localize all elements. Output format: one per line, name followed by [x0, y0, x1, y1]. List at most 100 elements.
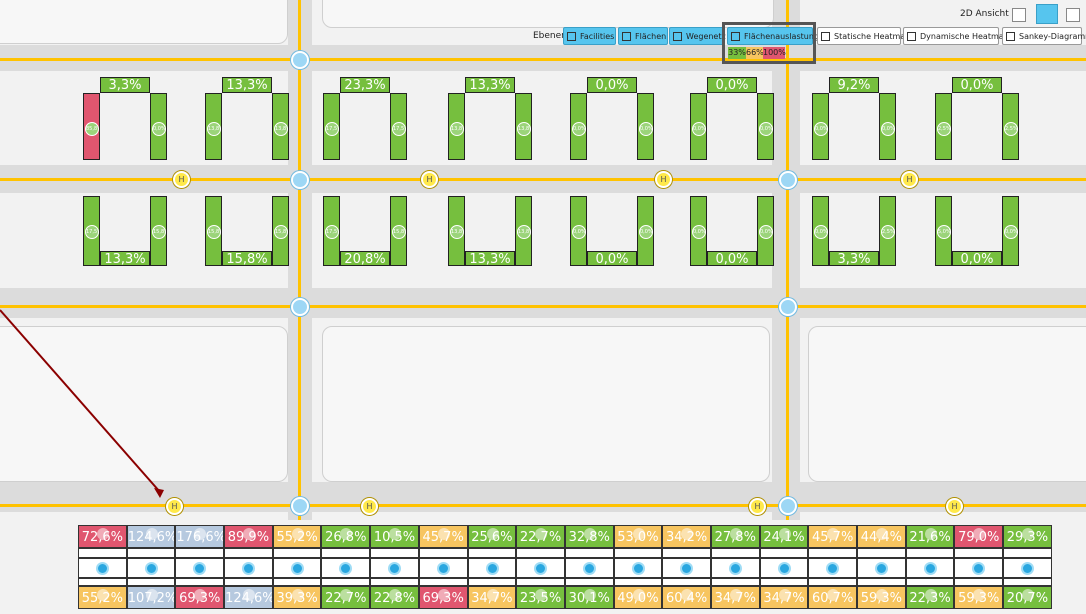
utilization-cell[interactable]: 55,2% — [272, 525, 322, 548]
utilization-cell[interactable]: 59,3% — [857, 586, 906, 609]
area-top-3[interactable]: 23,3% 17,5% 17,5% — [323, 77, 407, 161]
station-cell[interactable] — [662, 558, 711, 578]
path-node[interactable] — [779, 298, 797, 316]
station-cell[interactable] — [857, 558, 906, 578]
utilization-cell[interactable]: 55,2% — [78, 586, 127, 609]
area-top-4[interactable]: 13,3% 13,8% 13,8% — [448, 77, 532, 161]
utilization-cell[interactable]: 45,7% — [808, 525, 857, 548]
utilization-cell[interactable]: 176,6% — [175, 525, 225, 548]
utilization-cell[interactable]: 32,8% — [564, 525, 614, 548]
utilization-cell[interactable]: 10,5% — [370, 525, 419, 548]
utilization-cell[interactable]: 44,4% — [857, 525, 906, 548]
hub-node[interactable]: H — [901, 171, 918, 188]
toolbar-button-fl-chen[interactable]: Flächen — [618, 27, 668, 45]
utilization-cell[interactable]: 39,3% — [272, 586, 322, 609]
toolbar-button-facilities[interactable]: Facilities — [563, 27, 616, 45]
toolbar-button-dynamische-heatmap[interactable]: Dynamische Heatmap — [903, 27, 1009, 45]
split-view-icon[interactable] — [1036, 4, 1058, 24]
utilization-cell[interactable]: 69,3% — [175, 586, 225, 609]
station-cell[interactable] — [1003, 558, 1052, 578]
area-bottom-7[interactable]: 3,3% 0,0% 2,5% — [812, 196, 896, 280]
station-cell[interactable] — [78, 558, 127, 578]
station-cell[interactable] — [905, 558, 955, 578]
station-cell[interactable] — [175, 558, 225, 578]
path-node[interactable] — [291, 51, 309, 69]
area-top-7[interactable]: 9,2% 0,0% 0,0% — [812, 77, 896, 161]
station-cell[interactable] — [126, 558, 176, 578]
utilization-cell[interactable]: 124,6% — [224, 586, 273, 609]
hub-node[interactable]: H — [655, 171, 672, 188]
area-bottom-5[interactable]: 0,0% 0,0% 0,0% — [570, 196, 654, 280]
utilization-cell[interactable]: 45,7% — [418, 525, 468, 548]
toolbar-button-sankey-diagramm[interactable]: Sankey-Diagramm — [1002, 27, 1086, 45]
toolbar-button-wegenetz[interactable]: Wegenetz — [669, 27, 726, 45]
utilization-cell[interactable]: 34,7% — [467, 586, 517, 609]
utilization-cell[interactable]: 49,0% — [613, 586, 663, 609]
area-top-6[interactable]: 0,0% 0,0% 0,0% — [690, 77, 774, 161]
utilization-cell[interactable]: 34,7% — [759, 586, 809, 609]
station-cell[interactable] — [516, 558, 565, 578]
toolbar-button-statische-heatmap[interactable]: Statische Heatmap — [817, 27, 910, 45]
utilization-cell[interactable]: 69,3% — [418, 586, 468, 609]
utilization-cell[interactable]: 53,0% — [613, 525, 663, 548]
fullscreen-icon[interactable] — [1066, 8, 1080, 22]
utilization-cell[interactable]: 107,2% — [126, 586, 176, 609]
station-cell[interactable] — [321, 558, 371, 578]
area-bottom-1[interactable]: 13,3% 17,5% 15,8% — [83, 196, 167, 280]
utilization-cell[interactable]: 30,1% — [564, 586, 614, 609]
area-bottom-4[interactable]: 13,3% 13,8% 13,8% — [448, 196, 532, 280]
station-cell[interactable] — [418, 558, 468, 578]
area-bottom-3[interactable]: 20,8% 17,5% 15,8% — [323, 196, 407, 280]
utilization-value: 32,8% — [568, 530, 610, 545]
utilization-cell[interactable]: 27,8% — [710, 525, 760, 548]
station-cell[interactable] — [808, 558, 857, 578]
hub-node[interactable]: H — [421, 171, 438, 188]
area-top-5[interactable]: 0,0% 0,0% 0,0% — [570, 77, 654, 161]
station-cell[interactable] — [564, 558, 614, 578]
area-bottom-2[interactable]: 15,8% 15,8% 15,8% — [205, 196, 289, 280]
station-cell[interactable] — [759, 558, 809, 578]
station-cell[interactable] — [613, 558, 663, 578]
utilization-cell[interactable]: 59,3% — [954, 586, 1004, 609]
station-cell[interactable] — [710, 558, 760, 578]
path-node[interactable] — [291, 298, 309, 316]
station-cell[interactable] — [370, 558, 419, 578]
hub-node[interactable]: H — [173, 171, 190, 188]
utilization-cell[interactable]: 23,5% — [516, 586, 565, 609]
station-cell[interactable] — [467, 558, 517, 578]
utilization-cell[interactable]: 72,6% — [78, 525, 127, 548]
station-cell[interactable] — [224, 558, 273, 578]
utilization-cell[interactable]: 22,3% — [905, 586, 955, 609]
utilization-cell[interactable]: 21,6% — [905, 525, 955, 548]
utilization-cell[interactable]: 29,3% — [1003, 525, 1052, 548]
path-node[interactable] — [291, 171, 309, 189]
utilization-cell[interactable]: 22,7% — [321, 586, 371, 609]
station-cell[interactable] — [272, 558, 322, 578]
area-bottom-6[interactable]: 0,0% 0,0% 0,0% — [690, 196, 774, 280]
path-node[interactable] — [291, 497, 309, 515]
utilization-cell[interactable]: 60,7% — [808, 586, 857, 609]
utilization-cell[interactable]: 25,6% — [467, 525, 517, 548]
utilization-cell[interactable]: 22,7% — [516, 525, 565, 548]
area-top-1[interactable]: 3,3% 85,8% 0,0% — [83, 77, 167, 161]
utilization-cell[interactable]: 60,4% — [662, 586, 711, 609]
station-cell[interactable] — [954, 558, 1004, 578]
utilization-cell[interactable]: 22,8% — [370, 586, 419, 609]
utilization-cell[interactable]: 124,6% — [126, 525, 176, 548]
path-node[interactable] — [779, 497, 797, 515]
utilization-cell[interactable]: 79,0% — [954, 525, 1004, 548]
utilization-cell[interactable]: 34,7% — [710, 586, 760, 609]
area-top-8[interactable]: 0,0% 2,5% 2,5% — [935, 77, 1019, 161]
hub-node[interactable]: H — [361, 498, 378, 515]
utilization-cell[interactable]: 24,1% — [759, 525, 809, 548]
utilization-cell[interactable]: 89,9% — [224, 525, 273, 548]
path-node[interactable] — [779, 171, 797, 189]
utilization-cell[interactable]: 26,8% — [321, 525, 371, 548]
hub-node[interactable]: H — [946, 498, 963, 515]
utilization-cell[interactable]: 34,2% — [662, 525, 711, 548]
utilization-cell[interactable]: 20,7% — [1003, 586, 1052, 609]
area-top-2[interactable]: 13,3% 13,8% 13,8% — [205, 77, 289, 161]
area-bottom-8[interactable]: 0,0% 5,0% 0,0% — [935, 196, 1019, 280]
save-icon[interactable] — [1012, 8, 1026, 22]
hub-node[interactable]: H — [749, 498, 766, 515]
